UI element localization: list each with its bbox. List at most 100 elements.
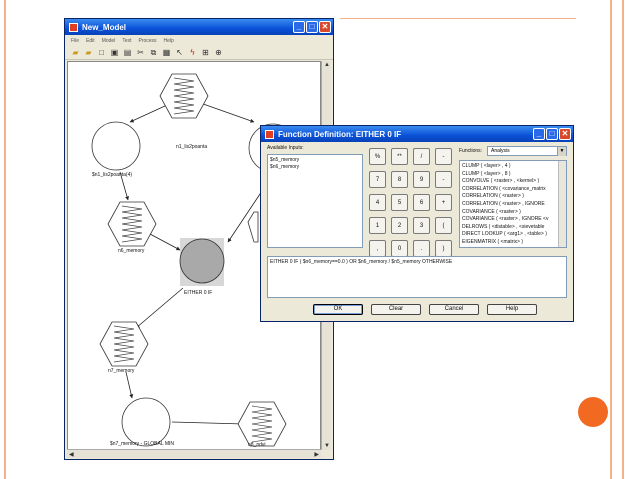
clear-button[interactable]: Clear — [371, 304, 421, 315]
available-inputs-list[interactable]: $n5_memory $n6_memory — [267, 154, 363, 248]
slide-right-border — [610, 0, 624, 479]
key-subtract[interactable]: - — [435, 171, 452, 188]
functions-category-value: Analysis — [491, 148, 510, 154]
zoom-icon[interactable]: ⊕ — [214, 48, 223, 57]
dialog-minimize-button[interactable]: _ — [533, 128, 545, 140]
function-item[interactable]: EIGENMATRIX ( <matrix> ) — [462, 239, 564, 247]
key-8[interactable]: 8 — [391, 171, 408, 188]
function-node-partial[interactable] — [247, 211, 259, 243]
chevron-down-icon[interactable]: ▼ — [557, 147, 566, 156]
connect-icon[interactable]: ϟ — [188, 48, 197, 57]
function-item[interactable]: CONVOLVE ( <raster> , <kernel> ) — [462, 178, 564, 186]
menu-edit[interactable]: Edit — [86, 38, 95, 44]
dialog-title: Function Definition: EITHER 0 IF — [278, 129, 402, 139]
pointer-icon[interactable]: ↖ — [175, 48, 184, 57]
dialog-titlebar[interactable]: Function Definition: EITHER 0 IF _ □ ✕ — [261, 126, 573, 142]
key-percent[interactable]: % — [369, 148, 386, 165]
input-item[interactable]: $n5_memory — [270, 157, 360, 164]
functions-category-select[interactable]: Analysis ▼ — [487, 146, 567, 156]
menu-text[interactable]: Text — [122, 38, 131, 44]
function-item[interactable]: CORRELATION ( <raster> , IGNORE — [462, 201, 564, 209]
copy-icon[interactable]: ⧉ — [149, 48, 158, 57]
key-5[interactable]: 5 — [391, 194, 408, 211]
raster-node-n7[interactable] — [121, 397, 171, 447]
scroll-left-icon[interactable]: ◀ — [69, 451, 74, 458]
available-inputs-label: Available Inputs: — [267, 145, 304, 151]
scroll-right-icon[interactable]: ▶ — [314, 451, 319, 458]
function-item[interactable]: CLUMP ( <layer> , 4 ) — [462, 163, 564, 171]
function-item[interactable]: CLUMP ( <layer> , 8 ) — [462, 171, 564, 179]
close-button[interactable]: ✕ — [319, 21, 331, 33]
key-9[interactable]: 9 — [413, 171, 430, 188]
expression-text[interactable]: EITHER 0 IF ( $n6_memory==0.0 ) OR $n6_m… — [268, 257, 566, 268]
orange-dot — [578, 397, 608, 427]
function-item[interactable]: CORRELATION ( <covariance_matrix — [462, 186, 564, 194]
function-node-n1[interactable] — [159, 73, 209, 119]
function-definition-dialog: Function Definition: EITHER 0 IF _ □ ✕ A… — [260, 125, 574, 322]
function-item[interactable]: COVARIANCE ( <raster> ) — [462, 209, 564, 217]
key-2[interactable]: 2 — [391, 217, 408, 234]
dialog-close-button[interactable]: ✕ — [559, 128, 571, 140]
function-item[interactable]: COVARIANCE ( <raster> , IGNORE <v — [462, 216, 564, 224]
slide-top-line — [340, 18, 576, 19]
scroll-up-icon[interactable]: ▲ — [324, 62, 330, 68]
slide-left-line — [4, 0, 6, 479]
function-node-n8[interactable] — [237, 401, 287, 447]
functions-list[interactable]: CLUMP ( <layer> , 4 ) CLUMP ( <layer> , … — [459, 160, 567, 248]
new-file-icon[interactable]: □ — [97, 48, 106, 57]
label-n7-global: $n7_memory - GLOBAL MIN — [110, 441, 175, 447]
key-1[interactable]: 1 — [369, 217, 386, 234]
maximize-button[interactable]: □ — [306, 21, 318, 33]
open-file-icon[interactable]: ▰ — [84, 48, 93, 57]
print-icon[interactable]: ▤ — [123, 48, 132, 57]
cancel-button[interactable]: Cancel — [429, 304, 479, 315]
horizontal-scrollbar[interactable]: ◀ ▶ — [67, 449, 321, 458]
help-button[interactable]: Help — [487, 304, 537, 315]
menu-process[interactable]: Process — [138, 38, 156, 44]
menubar: File Edit Model Text Process Help — [65, 35, 333, 46]
key-6[interactable]: 6 — [413, 194, 430, 211]
label-n1: n1_lis2poanta — [176, 144, 208, 150]
menu-model[interactable]: Model — [102, 38, 116, 44]
app-icon — [69, 22, 78, 32]
label-n8: n8_ndvi — [248, 442, 266, 448]
menu-file[interactable]: File — [71, 38, 79, 44]
function-node-n7[interactable] — [99, 321, 149, 367]
key-dot[interactable]: . — [413, 240, 430, 257]
save-icon[interactable]: ▣ — [110, 48, 119, 57]
key-7[interactable]: 7 — [369, 171, 386, 188]
key-power[interactable]: ** — [391, 148, 408, 165]
key-comma[interactable]: , — [369, 240, 386, 257]
either-node[interactable] — [179, 238, 225, 284]
input-item[interactable]: $n6_memory — [270, 164, 360, 171]
dialog-maximize-button[interactable]: □ — [546, 128, 558, 140]
grid-icon[interactable]: ⊞ — [201, 48, 210, 57]
function-node-n6[interactable] — [107, 201, 157, 247]
ok-button[interactable]: OK — [313, 304, 363, 315]
cut-icon[interactable]: ✂ — [136, 48, 145, 57]
functions-scrollbar[interactable] — [558, 161, 566, 247]
label-n1-circle: $n1_lis2poanta(4) — [92, 172, 133, 178]
model-titlebar[interactable]: New_Model _ □ ✕ — [65, 19, 333, 35]
function-item[interactable]: DELROWS ( <distable> , <sievetable — [462, 224, 564, 232]
key-4[interactable]: 4 — [369, 194, 386, 211]
expression-editor[interactable]: EITHER 0 IF ( $n6_memory==0.0 ) OR $n6_m… — [267, 256, 567, 298]
menu-help[interactable]: Help — [164, 38, 174, 44]
scroll-down-icon[interactable]: ▼ — [324, 443, 330, 449]
open-folder-icon[interactable]: ▰ — [71, 48, 80, 57]
raster-node-n1[interactable] — [91, 121, 141, 171]
minimize-button[interactable]: _ — [293, 21, 305, 33]
key-minus[interactable]: - — [435, 148, 452, 165]
function-item[interactable]: DIRECT LOOKUP ( <arg1> , <table> ) — [462, 231, 564, 239]
key-plus[interactable]: + — [435, 194, 452, 211]
function-item[interactable]: CORRELATION ( <raster> ) — [462, 193, 564, 201]
model-title: New_Model — [82, 22, 127, 32]
paste-icon[interactable]: ▦ — [162, 48, 171, 57]
key-0[interactable]: 0 — [391, 240, 408, 257]
dialog-app-icon — [265, 129, 274, 139]
key-divide[interactable]: / — [413, 148, 430, 165]
keypad: % ** / - 7 8 9 - 4 5 6 + 1 2 3 ( , 0 . ) — [369, 148, 452, 257]
key-close-paren[interactable]: ) — [435, 240, 452, 257]
key-open-paren[interactable]: ( — [435, 217, 452, 234]
key-3[interactable]: 3 — [413, 217, 430, 234]
